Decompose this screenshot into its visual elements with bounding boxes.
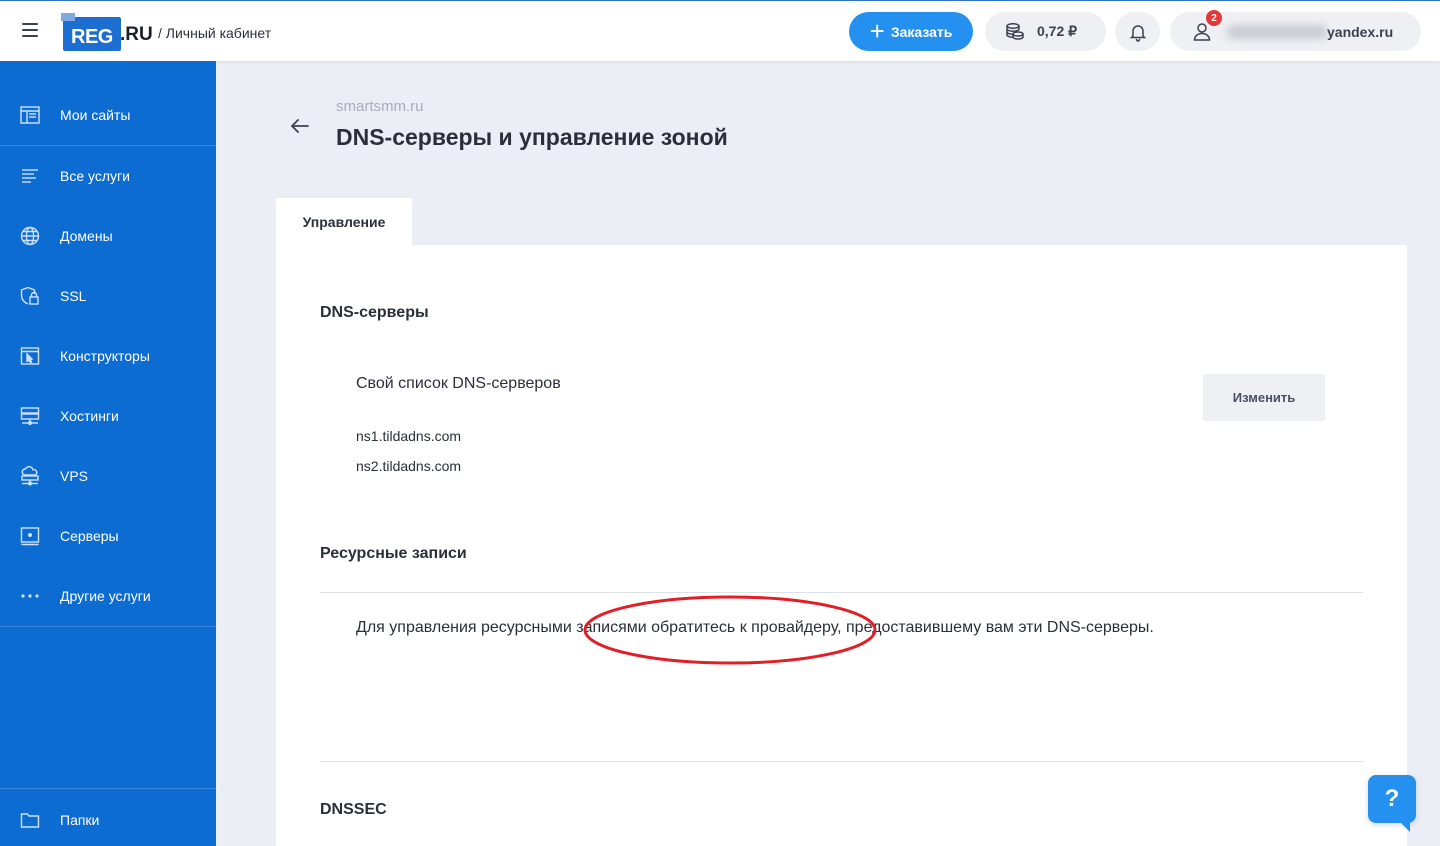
coins-icon xyxy=(1006,22,1024,40)
divider xyxy=(0,788,216,789)
sidebar-item-hosting[interactable]: Хостинги xyxy=(0,386,216,446)
sidebar-item-constructors[interactable]: Конструкторы xyxy=(0,326,216,386)
sidebar-item-label: Серверы xyxy=(60,528,119,544)
sidebar-item-label: Папки xyxy=(60,812,100,828)
tab-management[interactable]: Управление xyxy=(276,198,412,246)
globe-icon xyxy=(20,226,40,246)
records-section-title: Ресурсные записи xyxy=(320,545,467,562)
dns-server-item: ns1.tildadns.com xyxy=(356,428,462,444)
sidebar-item-ssl[interactable]: SSL xyxy=(0,266,216,326)
sidebar-item-folders[interactable]: Папки xyxy=(0,790,216,846)
folder-icon xyxy=(20,810,40,830)
constructor-icon xyxy=(20,346,40,366)
top-bar: REG .RU / Личный кабинет + Заказать 0,72… xyxy=(0,0,1440,61)
shield-lock-icon xyxy=(20,286,40,306)
server-icon xyxy=(20,526,40,546)
balance-button[interactable]: 0,72 ₽ xyxy=(985,12,1106,51)
vps-icon xyxy=(20,466,40,486)
help-button[interactable]: ? xyxy=(1368,775,1416,823)
page-title: DNS-серверы и управление зоной xyxy=(336,124,728,150)
sidebar-item-domains[interactable]: Домены xyxy=(0,206,216,266)
sidebar: Мои сайты Все услуги Домены SSL Конструк… xyxy=(0,61,216,846)
list-icon xyxy=(20,166,40,186)
cabinet-label: / Личный кабинет xyxy=(158,25,272,41)
sites-icon xyxy=(20,105,40,125)
sidebar-item-all-services[interactable]: Все услуги xyxy=(0,146,216,206)
hosting-icon xyxy=(20,406,40,426)
logo-text-reg: REG xyxy=(71,26,113,48)
user-email: yandex.ru xyxy=(1327,24,1394,40)
sidebar-item-vps[interactable]: VPS xyxy=(0,446,216,506)
logo[interactable]: REG .RU xyxy=(61,13,153,53)
divider xyxy=(0,626,216,627)
user-icon xyxy=(1193,23,1211,41)
balance-value: 0,72 ₽ xyxy=(1037,23,1078,39)
domain-name: smartsmm.ru xyxy=(336,98,424,115)
dnssec-section-title: DNSSEC xyxy=(320,801,387,818)
dns-section-title: DNS-серверы xyxy=(320,304,429,321)
dns-server-item: ns2.tildadns.com xyxy=(356,458,462,474)
change-button[interactable]: Изменить xyxy=(1203,374,1325,421)
sidebar-item-label: Домены xyxy=(60,228,113,244)
sidebar-item-label: Конструкторы xyxy=(60,348,150,364)
logo-text-ru: .RU xyxy=(120,24,153,45)
menu-icon[interactable] xyxy=(22,23,38,37)
dns-list-label: Свой список DNS-серверов xyxy=(356,375,561,392)
notification-badge: 2 xyxy=(1206,10,1222,26)
notifications-button[interactable] xyxy=(1115,12,1160,51)
help-button-tail xyxy=(1396,818,1410,832)
user-email-blurred xyxy=(1227,25,1327,39)
back-arrow-icon[interactable] xyxy=(290,116,310,141)
bell-icon xyxy=(1129,24,1146,42)
plus-icon: + xyxy=(869,15,885,46)
logo-box: REG xyxy=(63,17,121,51)
sidebar-item-label: VPS xyxy=(60,468,89,484)
order-button[interactable]: + Заказать xyxy=(849,12,973,51)
logo-tab xyxy=(61,13,75,21)
sidebar-item-label: Другие услуги xyxy=(60,588,151,604)
dots-icon xyxy=(20,586,40,606)
sidebar-item-sites[interactable]: Мои сайты xyxy=(0,85,216,145)
sidebar-item-other[interactable]: Другие услуги xyxy=(0,566,216,626)
divider xyxy=(320,761,1363,762)
sidebar-item-label: Хостинги xyxy=(60,408,119,424)
sidebar-item-servers[interactable]: Серверы xyxy=(0,506,216,566)
highlight-annotation xyxy=(583,595,877,665)
sidebar-item-label: Мои сайты xyxy=(60,107,131,123)
divider xyxy=(320,592,1363,593)
user-menu[interactable]: 2 yandex.ru xyxy=(1170,10,1421,51)
order-label: Заказать xyxy=(890,23,953,40)
sidebar-item-label: Все услуги xyxy=(60,168,130,184)
sidebar-item-label: SSL xyxy=(60,288,87,304)
